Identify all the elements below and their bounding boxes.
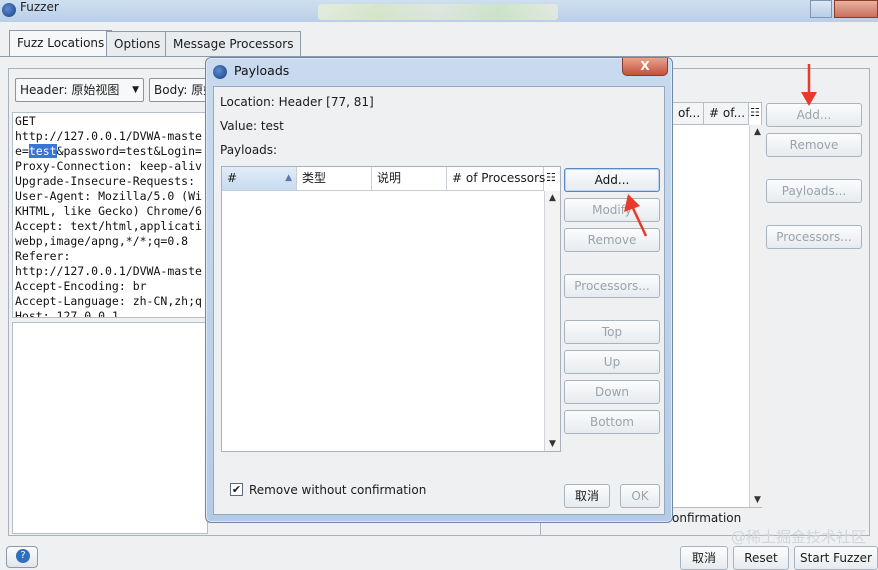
close-window-button[interactable] [834, 0, 878, 18]
chevron-down-icon: ▼ [132, 85, 139, 95]
payloads-table[interactable]: # ▲ 类型 说明 # of Processors ☷ ▲ ▼ [221, 166, 561, 452]
request-body-area[interactable] [12, 322, 208, 534]
body-view-select[interactable]: Body: 原始 [149, 78, 209, 102]
scroll-up-icon[interactable]: ▲ [750, 125, 765, 139]
scroll-down-icon[interactable]: ▼ [750, 493, 765, 507]
request-line: http://127.0.0.1/DVWA-maste [15, 264, 202, 278]
request-line: Accept-Encoding: br [15, 279, 147, 293]
window-title: Fuzzer [20, 0, 59, 14]
value-row: Value: test [220, 119, 284, 133]
request-line: Upgrade-Insecure-Requests: [15, 174, 196, 188]
close-icon[interactable]: X [622, 58, 668, 76]
payload-processors-button[interactable]: Processors... [564, 274, 660, 298]
value-label: Value: [220, 119, 257, 133]
location-value: Header [77, 81] [278, 95, 374, 109]
dialog-cancel-button[interactable]: 取消 [564, 484, 610, 508]
remove-without-confirmation-label: Remove without confirmation [249, 483, 427, 497]
table-scrollbar[interactable]: ▲ ▼ [544, 191, 560, 451]
sort-ascending-icon: ▲ [285, 173, 292, 183]
header-view-select-value: Header: 原始视图 [20, 83, 120, 97]
move-bottom-button[interactable]: Bottom [564, 410, 660, 434]
move-down-button[interactable]: Down [564, 380, 660, 404]
app-icon [213, 65, 227, 79]
help-icon: ? [16, 549, 30, 563]
scroll-down-icon[interactable]: ▼ [545, 437, 560, 451]
request-line: Accept: text/html,applicati [15, 219, 202, 233]
request-line-with-selection: e=test&password=test&Login= [15, 144, 202, 158]
request-line: KHTML, like Gecko) Chrome/6 [15, 204, 202, 218]
help-button[interactable]: ? [6, 546, 38, 568]
background-taskbar-strip [318, 4, 558, 20]
column-chooser-icon[interactable]: ☷ [546, 171, 556, 184]
remove-without-confirmation-checkbox[interactable]: ✔ [230, 483, 243, 496]
column-header-label: # [227, 171, 238, 185]
dialog-ok-button[interactable]: OK [620, 484, 660, 508]
header-view-select[interactable]: Header: 原始视图 ▼ [15, 78, 144, 102]
request-text-area[interactable]: GET http://127.0.0.1/DVWA-maste e=test&pas… [12, 112, 208, 318]
value-value: test [260, 119, 284, 133]
request-line: Proxy-Connection: keep-aliv [15, 159, 202, 173]
dialog-title: Payloads [234, 63, 290, 78]
add-payload-button[interactable]: Add... [564, 168, 660, 192]
start-fuzzer-button[interactable]: Start Fuzzer [794, 546, 878, 570]
move-top-button[interactable]: Top [564, 320, 660, 344]
column-header[interactable]: # of... [704, 103, 749, 125]
move-up-button[interactable]: Up [564, 350, 660, 374]
remove-location-button[interactable]: Remove [766, 133, 862, 157]
payloads-label: Payloads: [220, 143, 278, 157]
fuzz-locations-table[interactable]: of... # of... ☷ ▲ ▼ [672, 102, 762, 508]
dialog-body: Location: Header [77, 81] Value: test Pa… [213, 86, 665, 515]
payloads-dialog: Payloads X Location: Header [77, 81] Val… [205, 57, 673, 523]
scroll-up-icon[interactable]: ▲ [545, 191, 560, 205]
annotation-arrow-icon [624, 194, 648, 237]
minimize-button[interactable] [810, 0, 832, 18]
body-view-select-value: Body: 原始 [154, 83, 208, 97]
reset-button[interactable]: Reset [733, 546, 789, 570]
processors-button[interactable]: Processors... [766, 225, 862, 249]
remove-confirmation-label: onfirmation [672, 511, 742, 525]
column-header-number[interactable]: # ▲ [222, 167, 297, 191]
column-header-processors[interactable]: # of Processors [447, 167, 545, 191]
request-line: GET [15, 114, 36, 128]
column-chooser-icon[interactable]: ☷ [750, 106, 760, 119]
request-line: Host: 127.0.0.1 [15, 309, 119, 318]
request-line: Referer: [15, 249, 71, 263]
column-header-description[interactable]: 说明 [372, 167, 447, 191]
column-header[interactable]: of... [673, 103, 704, 125]
request-line: http://127.0.0.1/DVWA-maste [15, 129, 202, 143]
column-header-type[interactable]: 类型 [297, 167, 372, 191]
tab-message-processors[interactable]: Message Processors [165, 31, 302, 57]
cancel-button[interactable]: 取消 [680, 546, 728, 570]
tab-fuzz-locations[interactable]: Fuzz Locations [9, 30, 113, 57]
request-line: Accept-Language: zh-CN,zh;q [15, 294, 202, 308]
payloads-button[interactable]: Payloads... [766, 179, 862, 203]
tab-options[interactable]: Options [106, 31, 169, 57]
table-scrollbar[interactable]: ▲ ▼ [749, 125, 762, 507]
request-line: webp,image/apng,*/*;q=0.8 [15, 234, 189, 248]
watermark: @稀土掘金技术社区 [730, 528, 866, 546]
app-icon [2, 3, 16, 17]
selected-fuzz-location: test [28, 144, 57, 158]
annotation-arrow-icon [801, 64, 817, 106]
request-line: User-Agent: Mozilla/5.0 (Wi [15, 189, 202, 203]
location-label: Location: [220, 95, 275, 109]
location-row: Location: Header [77, 81] [220, 95, 374, 109]
checkmark-icon: ✔ [231, 483, 242, 496]
